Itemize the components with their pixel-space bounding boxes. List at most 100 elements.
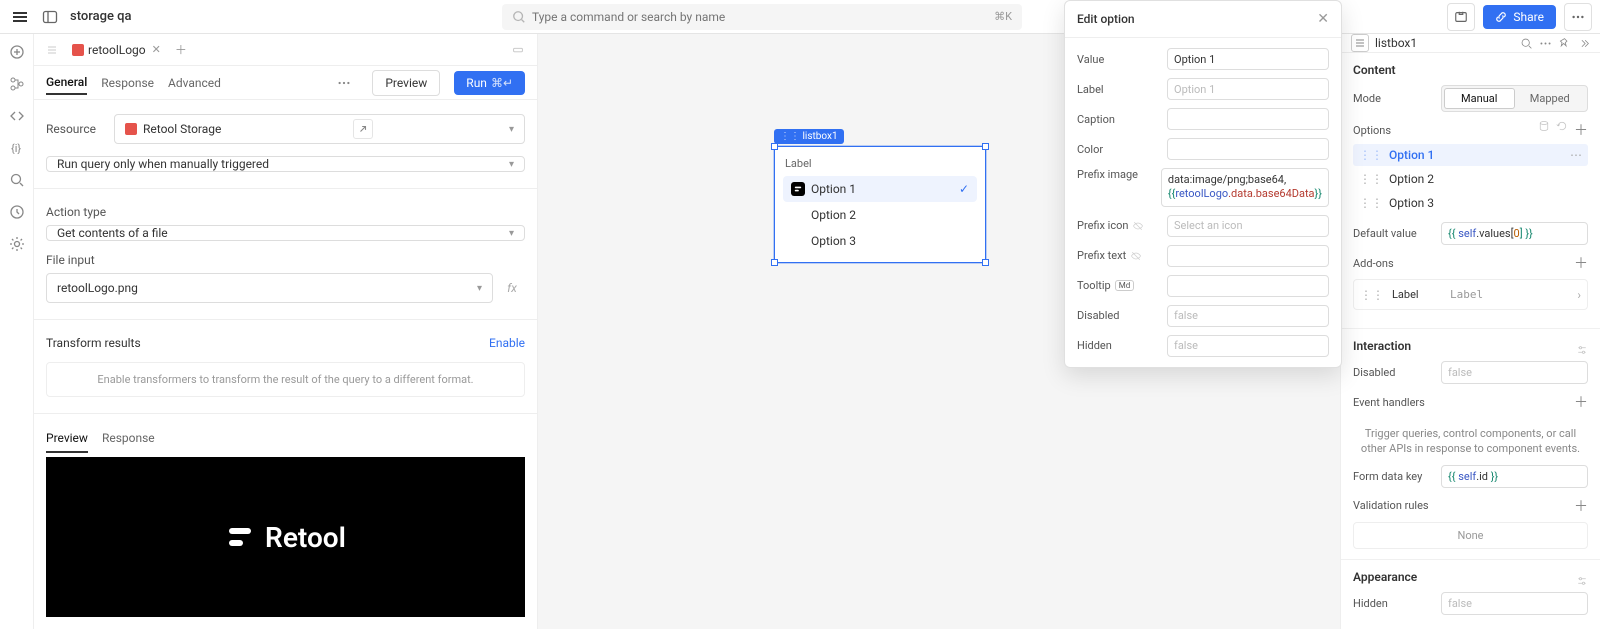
mode-segmented[interactable]: Manual Mapped [1441, 85, 1588, 112]
mode-manual[interactable]: Manual [1444, 88, 1515, 109]
fx-button[interactable]: fx [499, 273, 525, 303]
panel-toggle-button[interactable] [38, 5, 62, 29]
listbox-option[interactable]: Option 1 ✓ [783, 176, 977, 202]
output-tab-response[interactable]: Response [102, 431, 155, 453]
pop-caption-input[interactable] [1167, 108, 1329, 130]
share-button[interactable]: Share [1483, 5, 1556, 29]
add-option-button[interactable]: ＋ [1574, 120, 1588, 140]
resize-handle[interactable] [982, 143, 989, 150]
chevron-right-icon[interactable]: › [1577, 288, 1581, 302]
section-settings-icon[interactable] [1576, 344, 1588, 356]
preview-button[interactable]: Preview [372, 70, 440, 96]
rail-settings-icon[interactable] [7, 234, 27, 254]
hidden-label: Hidden [1353, 597, 1433, 610]
transform-enable-link[interactable]: Enable [489, 336, 525, 350]
check-icon: ✓ [959, 182, 969, 196]
inspector-option-item[interactable]: ⋮⋮Option 1⋯ [1353, 144, 1588, 166]
add-event-handler-button[interactable]: ＋ [1574, 392, 1588, 412]
code-id: .id [1476, 470, 1488, 483]
query-more-button[interactable] [330, 69, 358, 97]
transform-placeholder: Enable transformers to transform the res… [46, 362, 525, 397]
app-title: storage qa [70, 9, 132, 24]
inspector-more-icon[interactable] [1539, 37, 1552, 50]
popover-close-icon[interactable]: ✕ [1317, 11, 1329, 27]
addon-label-value[interactable]: Label [1444, 284, 1569, 305]
inspector-panel: listbox1 Content Mode Manual Mapped Opti… [1340, 34, 1600, 629]
close-tab-icon[interactable]: ✕ [152, 43, 161, 56]
tab-response[interactable]: Response [101, 72, 154, 94]
edit-option-popover: Edit option ✕ ValueOption 1 LabelOption … [1064, 0, 1342, 368]
open-window-button[interactable] [1447, 3, 1475, 31]
query-tab[interactable]: retoolLogo ✕ [66, 39, 167, 61]
run-button[interactable]: Run⌘↵ [454, 71, 525, 95]
listbox-option[interactable]: Option 3 [783, 228, 977, 254]
inspector-pin-icon[interactable] [1558, 37, 1571, 50]
resize-handle[interactable] [771, 259, 778, 266]
pop-color-input[interactable] [1167, 138, 1329, 160]
tab-general[interactable]: General [46, 71, 87, 95]
pop-prefix-image-input[interactable]: data:image/png;base64, {{retoolLogo.data… [1161, 168, 1329, 207]
command-search-input[interactable] [532, 10, 994, 24]
resource-select[interactable]: Retool Storage ▾ [114, 114, 525, 144]
pop-prefix-icon-input[interactable]: Select an icon [1167, 215, 1329, 237]
action-type-select[interactable]: Get contents of a file ▾ [46, 225, 525, 241]
default-value-input[interactable]: {{ self.values[0] }} [1441, 222, 1588, 245]
search-icon [512, 10, 526, 24]
resize-handle[interactable] [982, 259, 989, 266]
add-addon-button[interactable]: ＋ [1574, 253, 1588, 273]
drag-handle-icon[interactable] [46, 44, 58, 56]
listbox-widget[interactable]: ⋮⋮ listbox1 Label Option 1 ✓ Option 2 Op… [774, 128, 986, 263]
hidden-input[interactable]: false [1441, 592, 1588, 615]
options-db-icon[interactable] [1538, 120, 1550, 132]
file-input-value: retoolLogo.png [57, 281, 138, 295]
form-key-input[interactable]: {{ self.id }} [1441, 465, 1588, 488]
rail-search-icon[interactable] [7, 170, 27, 190]
rail-tree-icon[interactable] [7, 74, 27, 94]
event-handlers-label: Event handlers [1353, 396, 1425, 409]
component-name[interactable]: listbox1 [1375, 36, 1417, 50]
add-validation-button[interactable]: ＋ [1574, 496, 1588, 516]
disabled-input[interactable]: false [1441, 361, 1588, 384]
inspector-search-icon[interactable] [1520, 37, 1533, 50]
pop-value-input[interactable]: Option 1 [1167, 48, 1329, 70]
pop-prefix-text-input[interactable] [1167, 245, 1329, 267]
menu-button[interactable] [8, 5, 32, 29]
command-search[interactable]: ⌘K [502, 4, 1022, 30]
section-settings-icon[interactable] [1576, 575, 1588, 587]
rail-state-icon[interactable]: {i} [7, 138, 27, 158]
option-item-label: Option 1 [1389, 148, 1434, 162]
mode-mapped[interactable]: Mapped [1515, 88, 1586, 109]
pop-hidden-input[interactable]: false [1167, 335, 1329, 357]
inspector-collapse-icon[interactable] [1577, 37, 1590, 50]
resize-handle[interactable] [771, 143, 778, 150]
more-button[interactable] [1564, 3, 1592, 31]
validation-none: None [1353, 522, 1588, 549]
content-section-title: Content [1353, 63, 1588, 77]
inspector-option-item[interactable]: ⋮⋮Option 2 [1353, 168, 1588, 190]
trigger-mode-select[interactable]: Run query only when manually triggered ▾ [46, 156, 525, 172]
pop-label-label: Label [1077, 83, 1159, 96]
query-tabs: retoolLogo ✕ ＋ [34, 34, 537, 66]
open-resource-icon[interactable] [353, 119, 373, 139]
chevron-down-icon: ▾ [509, 159, 514, 170]
inspector-option-item[interactable]: ⋮⋮Option 3 [1353, 192, 1588, 214]
options-reset-icon[interactable] [1556, 120, 1568, 132]
pop-disabled-input[interactable]: false [1167, 305, 1329, 327]
pop-tooltip-input[interactable] [1167, 275, 1329, 297]
output-tab-preview[interactable]: Preview [46, 431, 88, 453]
option-more-icon[interactable]: ⋯ [1570, 148, 1582, 162]
hidden-value: false [1448, 597, 1472, 610]
rail-history-icon[interactable] [7, 202, 27, 222]
file-input-select[interactable]: retoolLogo.png ▾ [46, 273, 493, 303]
tab-advanced[interactable]: Advanced [168, 72, 221, 94]
action-type-label: Action type [46, 205, 525, 219]
link-icon [1495, 11, 1507, 23]
pop-label-input[interactable]: Option 1 [1167, 78, 1329, 100]
rail-code-icon[interactable] [7, 106, 27, 126]
component-type-icon [1351, 34, 1369, 52]
add-tab-button[interactable]: ＋ [175, 41, 187, 58]
option-label: Option 1 [811, 182, 856, 196]
listbox-option[interactable]: Option 2 [783, 202, 977, 228]
minimize-panel-icon[interactable] [511, 43, 525, 57]
rail-add-icon[interactable] [7, 42, 27, 62]
